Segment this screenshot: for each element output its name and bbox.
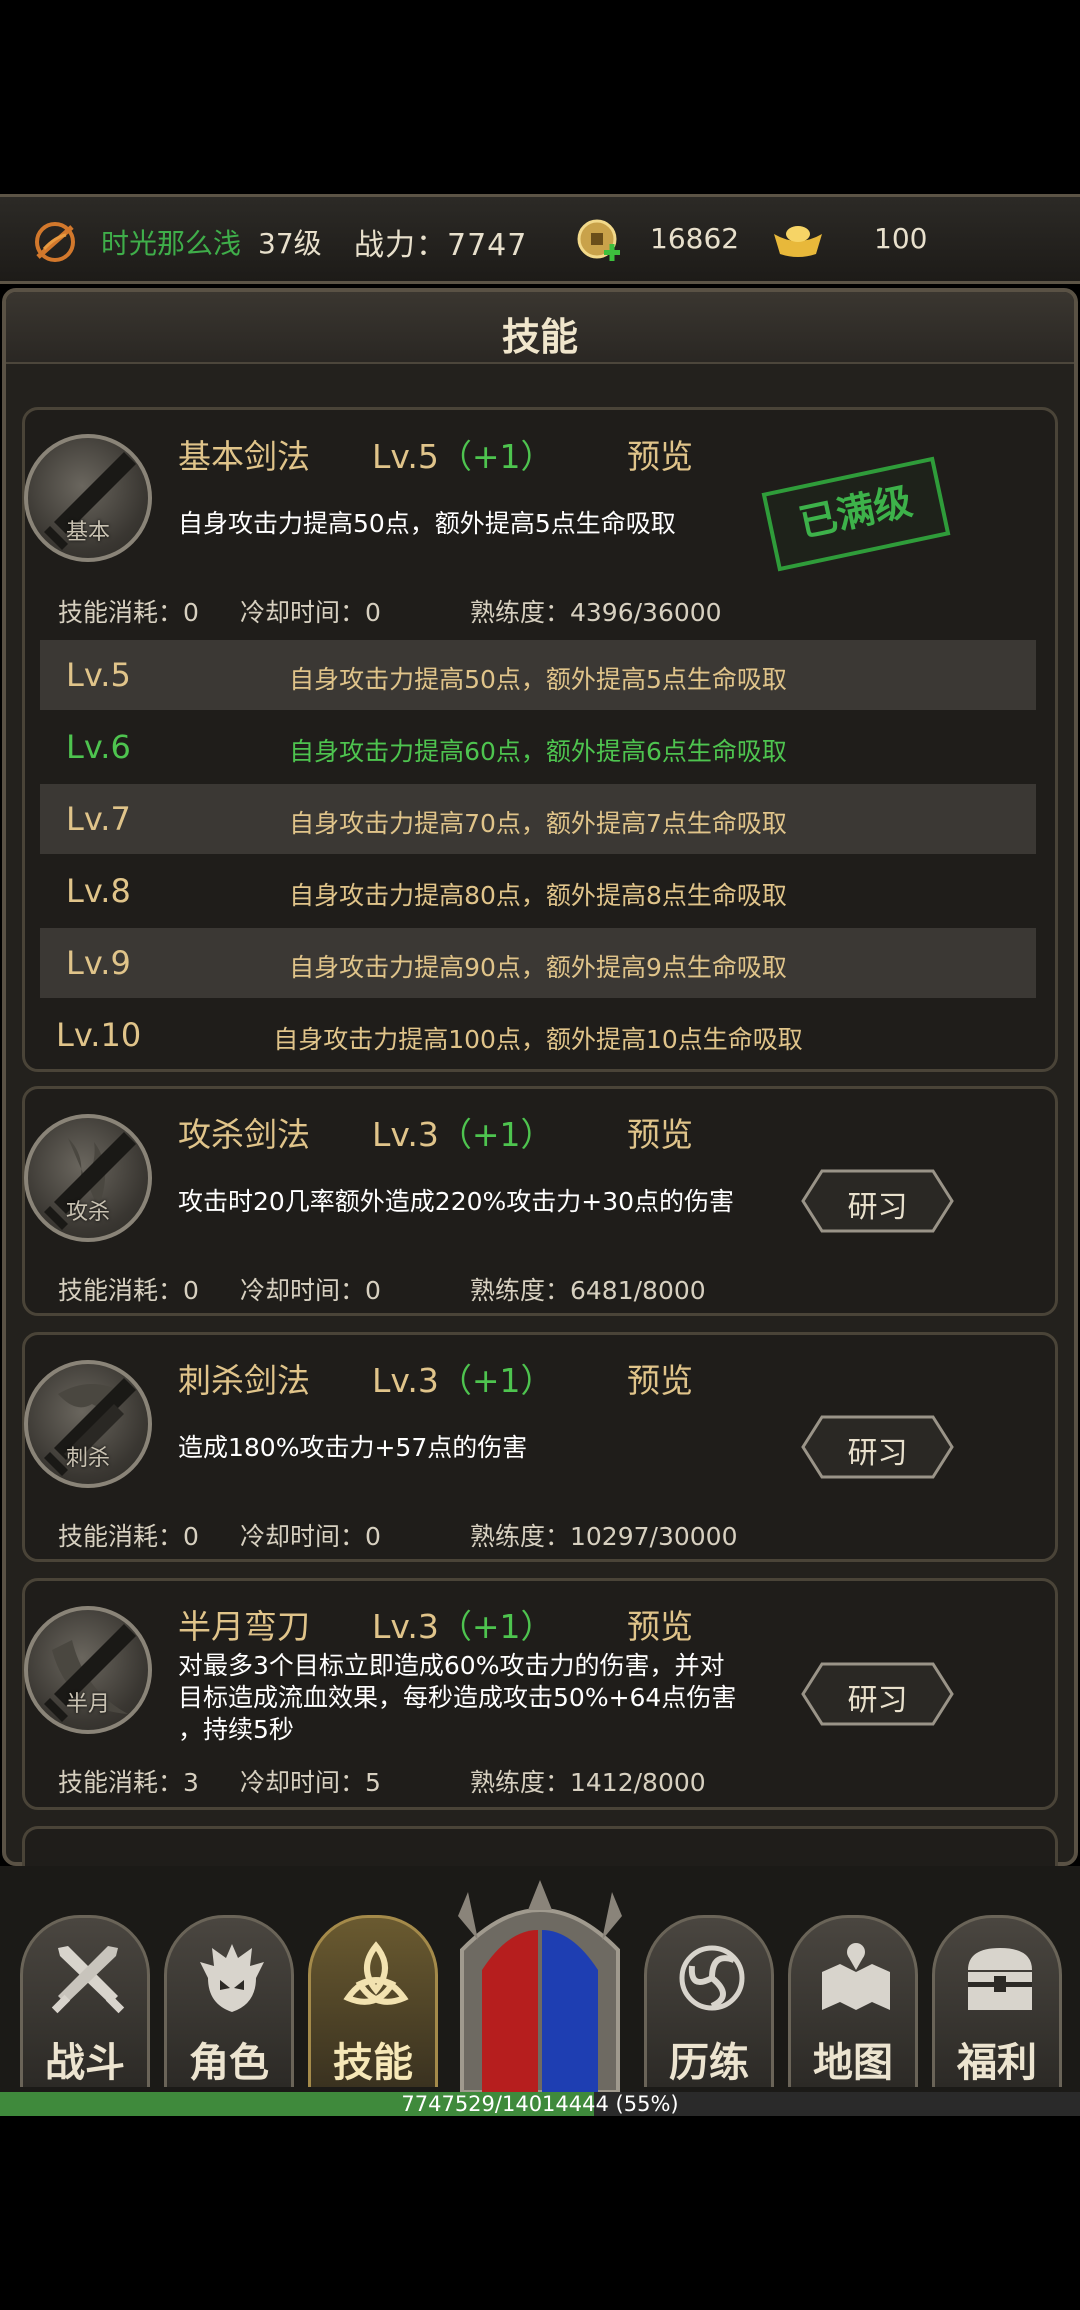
- skill-mastery: 熟练度：4396/36000: [470, 598, 722, 627]
- tab-label: 历练: [669, 2040, 749, 2086]
- gold-ingot-icon: [774, 226, 822, 257]
- level-row-desc: 自身攻击力提高100点，额外提高10点生命吸取: [273, 1025, 803, 1054]
- skill-level-value: Lv.3: [372, 1361, 439, 1400]
- level-row: Lv.10 自身攻击力提高100点，额外提高10点生命吸取: [40, 1000, 1036, 1070]
- preview-link[interactable]: 预览: [627, 1600, 693, 1648]
- spiral-icon: [679, 1945, 745, 2011]
- level-row-desc: 自身攻击力提高60点，额外提高6点生命吸取: [289, 737, 787, 766]
- tab-label: 战斗: [45, 2040, 125, 2086]
- skill-level: Lv.3（+1）: [372, 1354, 554, 1402]
- study-button[interactable]: 研习: [800, 1661, 955, 1727]
- skill-icon-assassin-sword[interactable]: 刺杀: [24, 1360, 152, 1488]
- tab-character[interactable]: 角色: [164, 1915, 294, 2087]
- gold-count: 100: [874, 222, 928, 255]
- portal-gate-icon[interactable]: [448, 1880, 632, 2092]
- skill-mastery: 熟练度：1412/8000: [470, 1768, 706, 1797]
- triquetra-icon: [343, 1941, 409, 2005]
- skill-description: 自身攻击力提高50点，额外提高5点生命吸取: [178, 509, 676, 538]
- skill-description: 造成180%攻击力+57点的伤害: [178, 1433, 528, 1462]
- level-row: Lv.9 自身攻击力提高90点，额外提高9点生命吸取: [40, 928, 1036, 998]
- level-row-desc: 自身攻击力提高90点，额外提高9点生命吸取: [289, 953, 787, 982]
- skill-icon-label: 基本: [65, 520, 110, 545]
- resource-bar: 时光那么浅 37级 战力：7747 16862 100: [0, 194, 1080, 284]
- panel-title-bar: 技能: [6, 292, 1074, 364]
- skill-name: 攻杀剑法: [178, 1115, 310, 1154]
- tab-label: 福利: [957, 2040, 1037, 2086]
- skill-description-line: 目标造成流血效果，每秒造成攻击50%+64点伤害: [178, 1683, 737, 1712]
- preview-link[interactable]: 预览: [627, 1354, 693, 1402]
- experience-text: 7747529/14014444 (55%): [401, 2092, 679, 2116]
- level-row: Lv.8 自身攻击力提高80点，额外提高8点生命吸取: [40, 856, 1036, 926]
- skill-icon-label: 半月: [65, 1692, 110, 1717]
- study-button-label: 研习: [847, 1436, 908, 1471]
- level-row-desc: 自身攻击力提高70点，额外提高7点生命吸取: [289, 809, 787, 838]
- tab-label: 角色: [189, 2040, 269, 2086]
- skill-level-bonus: （+1）: [438, 437, 554, 476]
- skill-level-value: Lv.3: [372, 1115, 439, 1154]
- crossed-swords-icon: [51, 1946, 125, 2014]
- level-row-desc: 自身攻击力提高80点，额外提高8点生命吸取: [289, 881, 787, 910]
- skill-description: 对最多3个目标立即造成60%攻击力的伤害，并对 目标造成流血效果，每秒造成攻击5…: [178, 1650, 778, 1746]
- study-button[interactable]: 研习: [800, 1414, 955, 1480]
- skill-level-bonus: （+1）: [438, 1607, 554, 1646]
- skill-name: 半月弯刀: [178, 1607, 310, 1646]
- skill-card-partial: [22, 1826, 1058, 1866]
- skill-level: Lv.3（+1）: [372, 1108, 554, 1156]
- player-level: 37级: [258, 227, 322, 260]
- preview-link[interactable]: 预览: [627, 1108, 693, 1156]
- tab-map[interactable]: 地图: [788, 1915, 918, 2087]
- map-icon: [822, 1943, 890, 2010]
- skill-name: 刺杀剑法: [178, 1361, 310, 1400]
- skill-icon-label: 刺杀: [65, 1446, 110, 1471]
- skill-cost: 技能消耗：0: [58, 1276, 199, 1305]
- skill-icon-label: 攻杀: [65, 1200, 110, 1225]
- tab-training[interactable]: 历练: [644, 1915, 774, 2087]
- skill-cost: 技能消耗：0: [58, 1522, 199, 1551]
- study-button-label: 研习: [847, 1683, 908, 1718]
- skill-cost: 技能消耗：3: [58, 1768, 199, 1797]
- guild-emblem-icon[interactable]: [30, 217, 80, 267]
- coin-add-icon[interactable]: [576, 218, 622, 264]
- level-row-next: Lv.6 自身攻击力提高60点，额外提高6点生命吸取: [40, 712, 1036, 782]
- skill-mastery: 熟练度：10297/30000: [470, 1522, 738, 1551]
- skill-level: Lv.5（+1）: [372, 430, 554, 478]
- skill-cooldown: 冷却时间：0: [240, 1522, 381, 1551]
- tab-battle[interactable]: 战斗: [20, 1915, 150, 2087]
- skill-level: Lv.3（+1）: [372, 1600, 554, 1648]
- skill-level-bonus: （+1）: [438, 1115, 554, 1154]
- tab-label: 地图: [813, 2040, 893, 2086]
- study-button[interactable]: 研习: [800, 1168, 955, 1234]
- tab-welfare[interactable]: 福利: [932, 1915, 1062, 2087]
- tab-label: 技能: [333, 2040, 413, 2086]
- skill-mastery: 熟练度：6481/8000: [470, 1276, 706, 1305]
- skill-description: 攻击时20几率额外造成220%攻击力+30点的伤害: [178, 1187, 735, 1216]
- skill-icon-basic-sword[interactable]: 基本: [24, 434, 152, 562]
- helmet-icon: [200, 1944, 264, 2012]
- skill-cooldown: 冷却时间：5: [240, 1768, 381, 1797]
- study-button-label: 研习: [847, 1190, 908, 1225]
- preview-link[interactable]: 预览: [627, 430, 693, 478]
- experience-bar: 7747529/14014444 (55%): [0, 2092, 1080, 2116]
- level-row-desc: 自身攻击力提高50点，额外提高5点生命吸取: [289, 665, 787, 694]
- player-name[interactable]: 时光那么浅: [101, 222, 241, 262]
- skill-icon-attack-sword[interactable]: 攻杀: [24, 1114, 152, 1242]
- skill-level-value: Lv.5: [372, 437, 439, 476]
- skill-cooldown: 冷却时间：0: [240, 1276, 381, 1305]
- coin-count: 16862: [650, 222, 740, 255]
- chest-icon: [968, 1948, 1032, 2010]
- skill-name: 基本剑法: [178, 437, 310, 476]
- skill-description-line: ，持续5秒: [178, 1715, 294, 1744]
- level-row: Lv.5 自身攻击力提高50点，额外提高5点生命吸取: [40, 640, 1036, 710]
- skill-cooldown: 冷却时间：0: [240, 598, 381, 627]
- tab-skills[interactable]: 技能: [308, 1915, 438, 2087]
- combat-power: 战力：7747: [354, 228, 528, 263]
- page-title: 技能: [501, 315, 578, 359]
- skill-cost: 技能消耗：0: [58, 598, 199, 627]
- skill-level-value: Lv.3: [372, 1607, 439, 1646]
- skill-description-line: 对最多3个目标立即造成60%攻击力的伤害，并对: [178, 1651, 725, 1680]
- level-row: Lv.7 自身攻击力提高70点，额外提高7点生命吸取: [40, 784, 1036, 854]
- skill-icon-half-moon-blade[interactable]: 半月: [24, 1606, 152, 1734]
- skill-level-bonus: （+1）: [438, 1361, 554, 1400]
